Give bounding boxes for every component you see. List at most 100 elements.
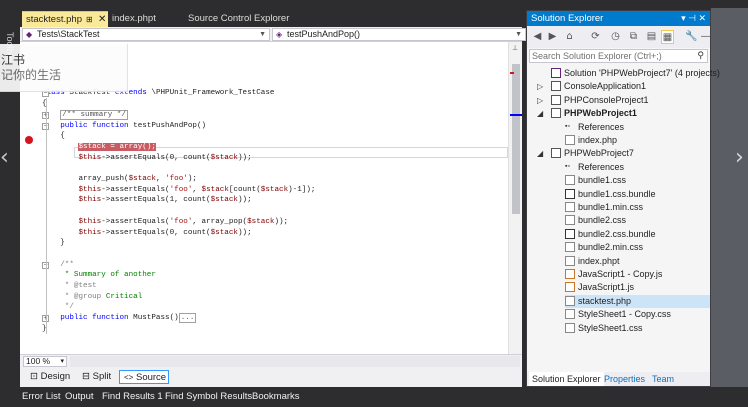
- tree-item[interactable]: References: [565, 120, 710, 134]
- tree-item[interactable]: bundle2.css: [565, 214, 710, 227]
- search-icon[interactable]: ⚲: [697, 50, 704, 62]
- tree-item[interactable]: ▷ PHPConsoleProject1: [537, 94, 710, 107]
- code-line[interactable]: * @test: [42, 281, 97, 292]
- code-token: $stack: [128, 175, 156, 183]
- forward-icon[interactable]: ▶: [546, 30, 559, 44]
- code-line[interactable]: public function testPushAndPop(): [42, 121, 206, 132]
- show-all-icon[interactable]: ▦: [661, 30, 674, 44]
- method-selector[interactable]: ◈ testPushAndPop() ▼: [272, 28, 526, 41]
- tree-item[interactable]: bundle1.min.css: [565, 201, 710, 214]
- search-input[interactable]: Search Solution Explorer (Ctrl+;) ⚲: [529, 49, 708, 63]
- vertical-scrollbar[interactable]: ⊥: [508, 42, 522, 354]
- code-line[interactable]: /** summary */: [42, 109, 129, 121]
- tree-item[interactable]: ◢ PHPWebProject1: [537, 107, 710, 120]
- class-selector[interactable]: ◆ Tests\StackTest ▼: [22, 28, 270, 41]
- tab-solution-explorer[interactable]: Solution Explorer: [529, 372, 604, 386]
- output-tab[interactable]: Output: [65, 391, 94, 402]
- solution-tree: Solution 'PHPWebProject7' (4 projects) ▷ C…: [527, 67, 720, 367]
- tree-item-label: bundle2.css: [578, 215, 627, 226]
- tab-source[interactable]: <> Source: [119, 370, 169, 384]
- navigation-bar: ◆ Tests\StackTest ▼ ◈ testPushAndPop() ▼: [20, 27, 526, 42]
- close-icon[interactable]: ✕: [98, 12, 106, 27]
- code-token: MustPass(): [133, 314, 179, 323]
- back-icon[interactable]: ◀: [531, 30, 544, 44]
- code-line[interactable]: * Summary of another: [42, 270, 156, 281]
- bundle-file-icon: [565, 228, 575, 239]
- tree-item[interactable]: bundle2.css.bundle: [565, 228, 710, 241]
- class-icon: ◆: [26, 30, 33, 39]
- css-file-icon: [565, 322, 575, 333]
- code-line[interactable]: $this->assertEquals(0, count($stack));: [42, 228, 251, 239]
- tree-item[interactable]: ◢ PHPWebProject7: [537, 147, 710, 160]
- tab-design[interactable]: ⊡ Design: [26, 370, 74, 384]
- tree-item[interactable]: StyleSheet1 - Copy.css: [565, 308, 710, 321]
- tree-item-label: index.php: [578, 135, 618, 145]
- code-line[interactable]: $this->assertEquals('foo', $stack[count(…: [42, 185, 315, 196]
- code-token: , array_pop(: [192, 217, 248, 226]
- breakpoint-icon[interactable]: [25, 136, 33, 144]
- pin-icon[interactable]: ⊞: [86, 12, 93, 27]
- code-token: /** summary */: [60, 109, 129, 120]
- tree-item[interactable]: StyleSheet1.css: [565, 322, 710, 335]
- code-line[interactable]: * @group Critical: [42, 292, 143, 303]
- tree-item[interactable]: ▷ ConsoleApplication1: [537, 80, 710, 93]
- split-handle-icon[interactable]: ⊥: [512, 44, 518, 52]
- collapse-icon[interactable]: ⧉: [627, 30, 640, 44]
- ref-file-icon: [565, 160, 575, 173]
- code-line[interactable]: $this->assertEquals('foo', array_pop($st…: [42, 217, 288, 228]
- code-line[interactable]: $this->assertEquals(0, count($stack));: [42, 153, 251, 164]
- expand-arrow-icon[interactable]: ▷: [537, 94, 547, 107]
- carousel-next-icon[interactable]: ›: [735, 145, 744, 170]
- code-line[interactable]: $this->assertEquals(1, count($stack));: [42, 195, 251, 206]
- code-token: Critical: [105, 292, 143, 301]
- expand-arrow-icon[interactable]: ◢: [537, 147, 547, 160]
- pin-icon[interactable]: —: [699, 30, 712, 44]
- window-controls[interactable]: ▾ ⊣ ✕: [681, 11, 706, 26]
- tab-properties[interactable]: Properties: [601, 372, 648, 386]
- find-results-tab[interactable]: Find Results 1: [102, 391, 163, 402]
- tree-item[interactable]: bundle1.css: [565, 174, 710, 187]
- sync-icon[interactable]: ⟳: [589, 30, 602, 44]
- history-icon[interactable]: ◷: [609, 30, 622, 44]
- tab-team-explorer[interactable]: Team Explorer: [649, 372, 710, 398]
- properties-icon[interactable]: 🔧: [685, 30, 698, 44]
- panel-title: Solution Explorer: [531, 13, 604, 24]
- tree-item[interactable]: bundle2.min.css: [565, 241, 710, 254]
- tab-index-phpt[interactable]: index.phpt: [108, 11, 183, 27]
- code-line[interactable]: public function MustPass()...: [42, 313, 197, 324]
- tree-item-selected[interactable]: stacktest.php: [565, 294, 710, 308]
- tree-item[interactable]: JavaScript1.js: [565, 281, 710, 294]
- code-token: )-1]);: [288, 185, 316, 194]
- tree-item[interactable]: Solution 'PHPWebProject7' (4 projects): [551, 67, 720, 80]
- tree-item[interactable]: index.phpt: [565, 255, 710, 268]
- code-token: $this: [42, 196, 102, 205]
- zoom-select[interactable]: 100 % ▾: [23, 356, 67, 367]
- tree-item[interactable]: index.php: [565, 134, 710, 147]
- carousel-prev-icon[interactable]: ‹: [0, 145, 9, 170]
- error-list-tab[interactable]: Error List: [22, 391, 61, 402]
- expand-arrow-icon[interactable]: ◢: [537, 107, 547, 120]
- tree-item[interactable]: JavaScript1 - Copy.js: [565, 268, 710, 281]
- tree-item-label: bundle1.css: [578, 175, 627, 186]
- bookmarks-tab[interactable]: Bookmarks: [252, 391, 300, 402]
- tree-item[interactable]: bundle1.css.bundle: [565, 188, 710, 201]
- tab-split[interactable]: ⊟ Split: [78, 370, 116, 384]
- scrollbar-thumb[interactable]: [512, 64, 520, 214]
- code-token: ,: [155, 175, 166, 183]
- status-bar: Error List Output Find Results 1 Find Sy…: [0, 387, 748, 407]
- tab-label: stacktest.php: [26, 14, 82, 25]
- code-token: $stack: [201, 185, 229, 194]
- tab-source-control-explorer[interactable]: Source Control Explorer: [184, 11, 304, 27]
- home-icon[interactable]: ⌂: [563, 30, 576, 44]
- code-line[interactable]: $stack = array();: [42, 142, 156, 153]
- code-token: 'foo': [169, 217, 193, 226]
- find-symbol-results-tab[interactable]: Find Symbol Results: [165, 391, 252, 402]
- tree-item[interactable]: References: [565, 160, 710, 174]
- tab-stacktest-php[interactable]: stacktest.php ⊞ ✕: [22, 11, 108, 27]
- copy-icon[interactable]: ▤: [645, 30, 658, 44]
- horizontal-scrollbar[interactable]: [70, 356, 520, 367]
- expand-arrow-icon[interactable]: ▷: [537, 80, 547, 93]
- code-token: $stack: [247, 217, 275, 226]
- code-line[interactable]: array_push($stack, 'foo');: [42, 174, 197, 185]
